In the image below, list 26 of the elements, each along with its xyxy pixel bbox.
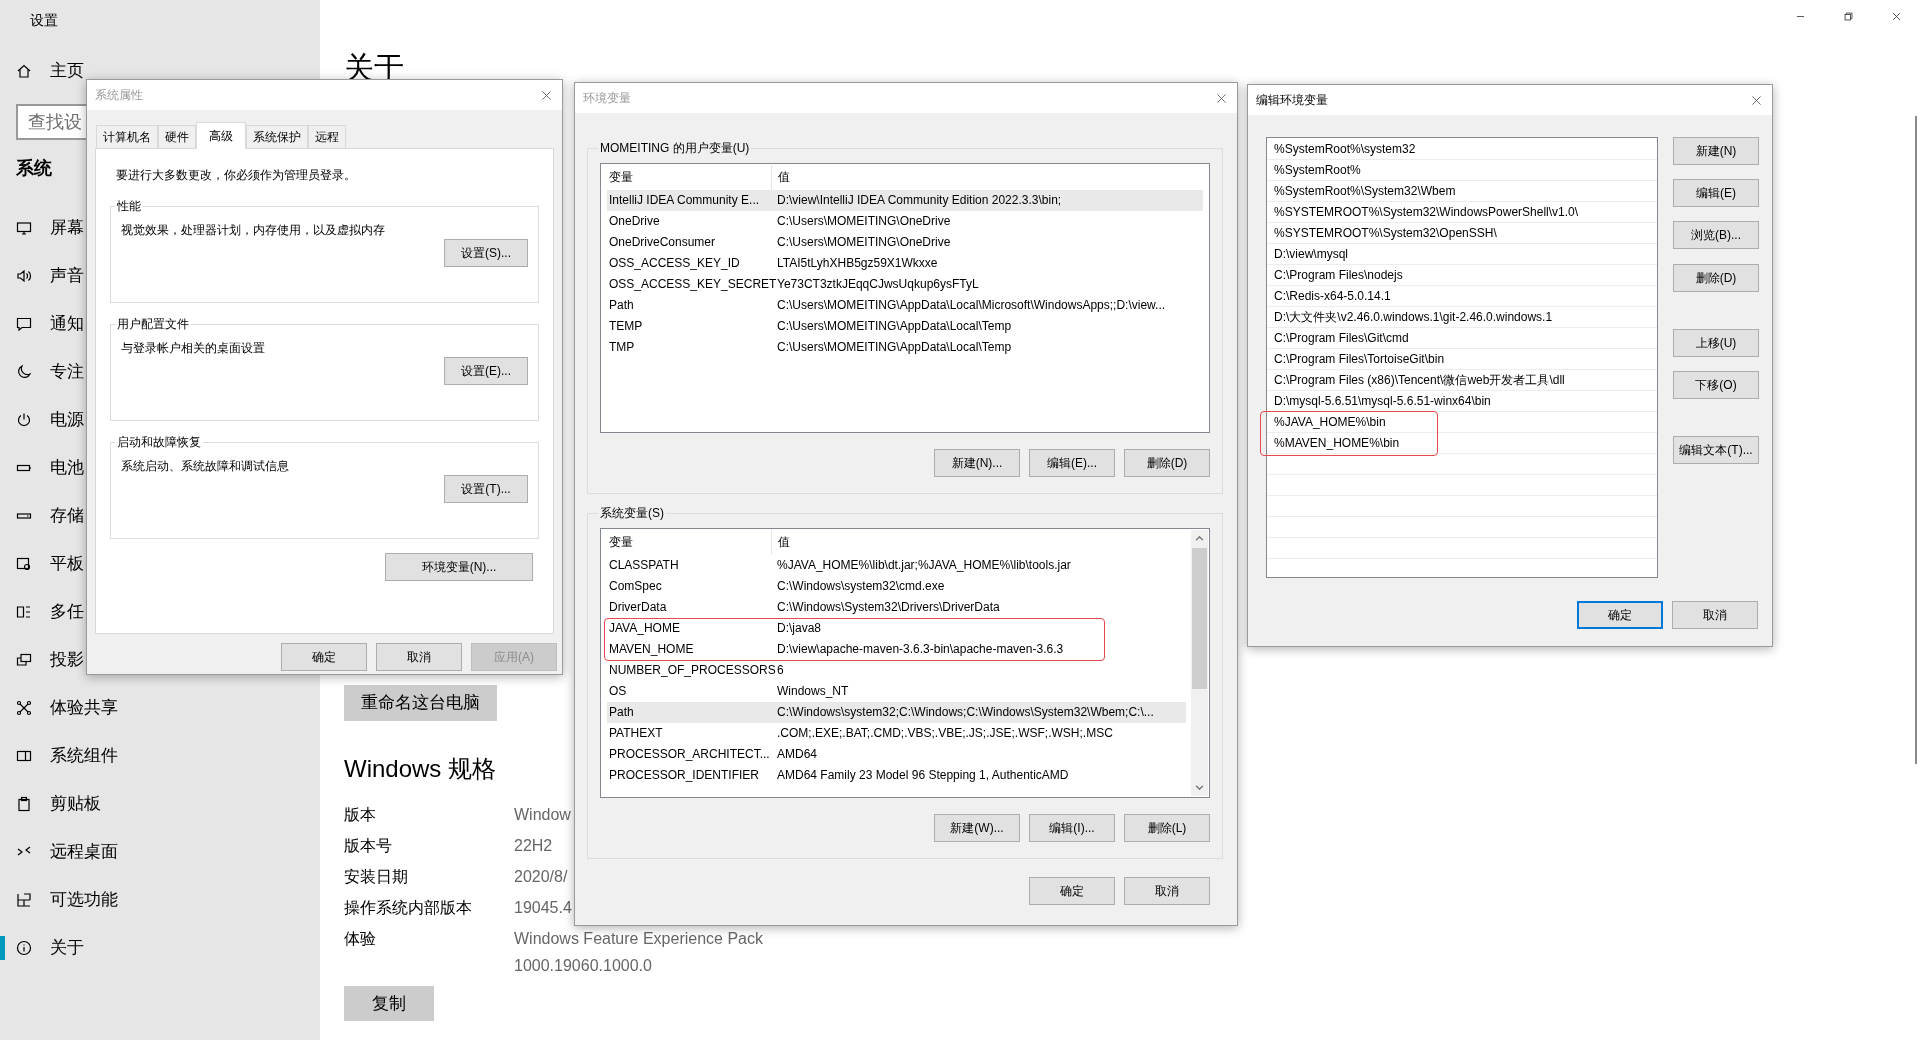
group-description: 系统启动、系统故障和调试信息	[121, 458, 289, 475]
spec-value: 1000.19060.1000.0	[514, 956, 653, 976]
spec-value: 22H2	[514, 836, 554, 856]
section-title: 系统	[16, 157, 52, 180]
spec-value: 19045.4	[514, 898, 573, 918]
spec-label: 安装日期	[344, 867, 409, 887]
dialog-title: 编辑环境变量	[1256, 92, 1328, 109]
section-title: Windows 规格	[344, 754, 497, 784]
spec-label: 操作系统内部版本	[344, 898, 473, 918]
group-title: 用户配置文件	[116, 316, 190, 333]
spec-label: 版本号	[344, 836, 393, 856]
dialog-title: 环境变量	[583, 90, 631, 107]
group-title: 系统变量(S)	[599, 505, 665, 522]
spec-value: 2020/8/	[514, 867, 569, 887]
dialog-title: 系统属性	[95, 87, 143, 104]
spec-value: Window	[514, 805, 572, 825]
spec-value: Windows Feature Experience Pack	[514, 929, 763, 949]
group-description: 视觉效果，处理器计划，内存使用，以及虚拟内存	[121, 222, 385, 239]
group-title: 启动和故障恢复	[116, 434, 202, 451]
window-title: 设置	[30, 11, 58, 30]
group-title: MOMEITING 的用户变量(U)	[599, 140, 751, 157]
spec-label: 版本	[344, 805, 377, 825]
group-title: 性能	[116, 198, 142, 215]
spec-label: 体验	[344, 929, 377, 949]
group-description: 与登录帐户相关的桌面设置	[121, 340, 265, 357]
notice-text: 要进行大多数更改，你必须作为管理员登录。	[116, 167, 356, 183]
